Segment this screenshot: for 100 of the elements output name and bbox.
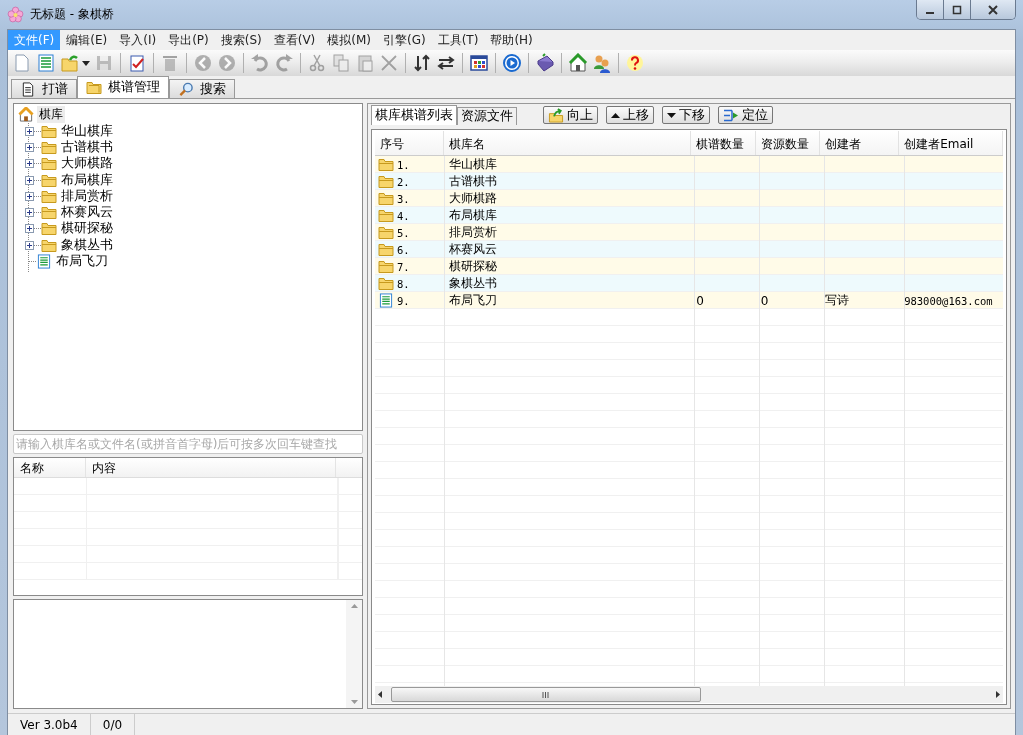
column-header[interactable]: 名称	[14, 458, 86, 477]
table-row[interactable]: 5. 排局赏析	[375, 224, 1003, 241]
menu-item[interactable]: 引擎(G)	[377, 29, 432, 51]
maximize-button[interactable]	[944, 0, 971, 19]
menu-item[interactable]: 导出(P)	[162, 29, 215, 51]
table-cell: 7.	[397, 260, 410, 273]
home-icon[interactable]	[568, 53, 588, 73]
tree-item[interactable]: 排局赏析	[61, 187, 113, 205]
people-icon[interactable]	[592, 53, 612, 73]
menu-item[interactable]: 查看(V)	[267, 29, 322, 51]
table-cell: 布局棋库	[449, 207, 498, 224]
table-row[interactable]: 3. 大师棋路	[375, 190, 1003, 207]
folder-icon	[41, 123, 57, 139]
caret-icon[interactable]	[82, 60, 90, 66]
table-cell: 1.	[397, 158, 410, 171]
window-title: 无标题 - 象棋桥	[30, 6, 114, 23]
table-cell: 大师棋路	[449, 190, 498, 207]
column-header[interactable]: 创建者	[820, 131, 900, 155]
table-row[interactable]: 6. 杯赛风云	[375, 241, 1003, 258]
status-text: 0/0	[90, 714, 136, 735]
table-cell: 9.	[397, 294, 410, 307]
expand-icon[interactable]	[25, 126, 34, 136]
table-row[interactable]: 1. 华山棋库	[375, 156, 1003, 173]
locate-button[interactable]: 定位	[718, 106, 773, 124]
scroll-right-icon[interactable]	[996, 691, 1000, 698]
table-cell: 8.	[397, 277, 410, 290]
expand-icon[interactable]	[25, 142, 34, 152]
folder-icon	[86, 80, 102, 95]
search-field[interactable]: 请输入棋库名或文件名(或拼音首字母)后可按多次回车键查找	[13, 434, 363, 454]
table-row[interactable]: 8. 象棋丛书	[375, 275, 1003, 292]
folder-icon	[41, 188, 57, 204]
tab[interactable]: 打谱	[11, 79, 77, 98]
tab[interactable]: 棋库棋谱列表	[371, 105, 457, 125]
horizontal-scrollbar[interactable]	[375, 686, 1003, 703]
search-icon	[178, 81, 194, 97]
menu-item[interactable]: 工具(T)	[431, 29, 485, 51]
tab[interactable]: 搜索	[169, 79, 235, 98]
expand-icon[interactable]	[25, 159, 34, 169]
move-down-button[interactable]: 下移	[662, 106, 710, 124]
up-folder-button[interactable]: 向上	[543, 106, 598, 124]
table-row[interactable]: 7. 棋研探秘	[375, 258, 1003, 275]
column-header[interactable]: 资源数量	[755, 131, 820, 155]
menu-item[interactable]: 搜索(S)	[214, 29, 268, 51]
table-row[interactable]: 4. 布局棋库	[375, 207, 1003, 224]
menu-item[interactable]: 编辑(E)	[60, 29, 114, 51]
scroll-thumb[interactable]	[391, 687, 701, 702]
help-icon[interactable]	[625, 53, 645, 73]
table-cell: 0	[760, 293, 769, 308]
list-file-icon	[378, 293, 394, 308]
grid-icon[interactable]	[469, 53, 489, 73]
checklist-icon[interactable]	[127, 53, 147, 73]
folder-icon	[41, 172, 57, 188]
expand-icon[interactable]	[25, 224, 34, 234]
move-up-button[interactable]: 上移	[606, 106, 654, 124]
tree-item[interactable]: 象棋丛书	[61, 236, 113, 254]
tree-item[interactable]: 布局飞刀	[56, 253, 108, 271]
column-header[interactable]: 序号	[375, 131, 445, 155]
expand-icon[interactable]	[25, 191, 34, 201]
tree-item[interactable]: 华山棋库	[61, 122, 113, 140]
column-header[interactable]: 棋谱数量	[691, 131, 756, 155]
menu-item[interactable]: 导入(I)	[113, 29, 163, 51]
folder-icon	[378, 191, 394, 206]
document-icon	[20, 81, 36, 97]
sort-icon[interactable]	[412, 53, 432, 73]
expand-icon[interactable]	[25, 208, 34, 218]
tree-root-label[interactable]: 棋库	[37, 106, 65, 123]
table-row[interactable]: 9. 布局飞刀 0 0 写诗 983000@163.com	[375, 292, 1003, 309]
swap-icon[interactable]	[436, 53, 456, 73]
table-cell: 3.	[397, 192, 410, 205]
scroll-left-icon[interactable]	[378, 691, 382, 698]
scroll-down-icon[interactable]	[350, 700, 358, 704]
menu-item[interactable]: 帮助(H)	[484, 29, 539, 51]
expand-icon[interactable]	[25, 240, 34, 250]
minimize-button[interactable]	[917, 0, 944, 19]
tree-item[interactable]: 布局棋库	[61, 171, 113, 189]
column-header[interactable]: 内容	[86, 458, 336, 477]
minimize-icon	[926, 11, 934, 14]
expand-icon[interactable]	[25, 175, 34, 185]
tree-item[interactable]: 杯赛风云	[61, 204, 113, 222]
column-header[interactable]: 棋库名	[444, 131, 692, 155]
tree-item[interactable]: 古谱棋书	[61, 138, 113, 156]
folder-icon	[41, 237, 57, 253]
table-row[interactable]: 2. 古谱棋书	[375, 173, 1003, 190]
folder-icon	[378, 174, 394, 189]
table-cell: 棋研探秘	[449, 258, 498, 275]
list-icon[interactable]	[36, 53, 56, 73]
tab[interactable]: 资源文件	[457, 107, 517, 125]
tab[interactable]: 棋谱管理	[77, 76, 169, 98]
menu-item[interactable]: 模拟(M)	[321, 29, 377, 51]
folder-icon	[378, 157, 394, 172]
tree-item[interactable]: 大师棋路	[61, 155, 113, 173]
vertical-scrollbar[interactable]	[346, 600, 362, 708]
up-folder-icon	[548, 107, 564, 123]
column-header[interactable]: 创建者Email	[899, 131, 1003, 155]
play-icon[interactable]	[502, 53, 522, 73]
scroll-up-icon[interactable]	[350, 604, 358, 608]
close-button[interactable]	[971, 0, 1015, 19]
table-cell: 杯赛风云	[449, 241, 498, 258]
tree-item[interactable]: 棋研探秘	[61, 220, 113, 238]
table-cell: 4.	[397, 209, 410, 222]
